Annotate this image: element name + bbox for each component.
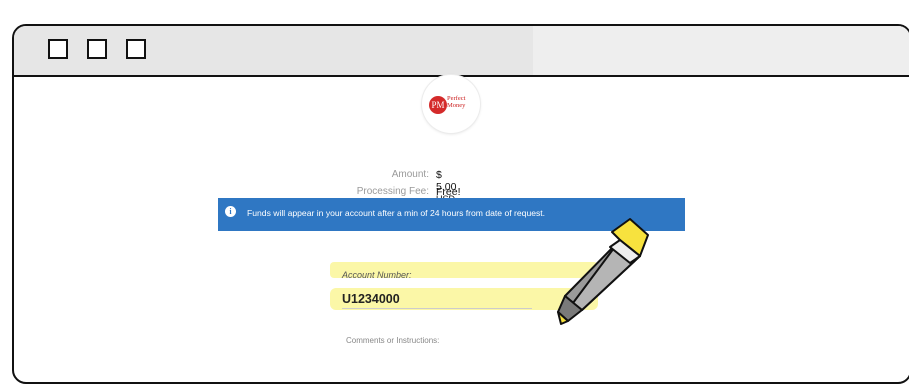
fee-amount: Free! bbox=[436, 186, 461, 198]
titlebar-address-area bbox=[533, 26, 909, 75]
perfect-money-logo: PM Perfect Money bbox=[422, 75, 480, 133]
window-titlebar bbox=[14, 26, 909, 77]
comments-label: Comments or Instructions: bbox=[346, 336, 440, 345]
info-icon: i bbox=[225, 206, 236, 217]
account-number-label: Account Number: bbox=[342, 270, 412, 280]
highlighter-pen-icon bbox=[557, 218, 649, 325]
logo-line-1: Perfect bbox=[447, 95, 466, 102]
logo-line-2: Money bbox=[447, 102, 466, 109]
logo-wordmark: Perfect Money bbox=[447, 95, 465, 109]
amount-label: Amount: bbox=[391, 169, 429, 180]
window-control-1[interactable] bbox=[48, 39, 68, 59]
window-control-3[interactable] bbox=[126, 39, 146, 59]
logo-monogram: PM bbox=[429, 96, 447, 114]
window-control-2[interactable] bbox=[87, 39, 107, 59]
account-number-input[interactable] bbox=[342, 290, 532, 309]
fee-label: Processing Fee: bbox=[356, 186, 429, 197]
banner-text: Funds will appear in your account after … bbox=[247, 208, 546, 218]
